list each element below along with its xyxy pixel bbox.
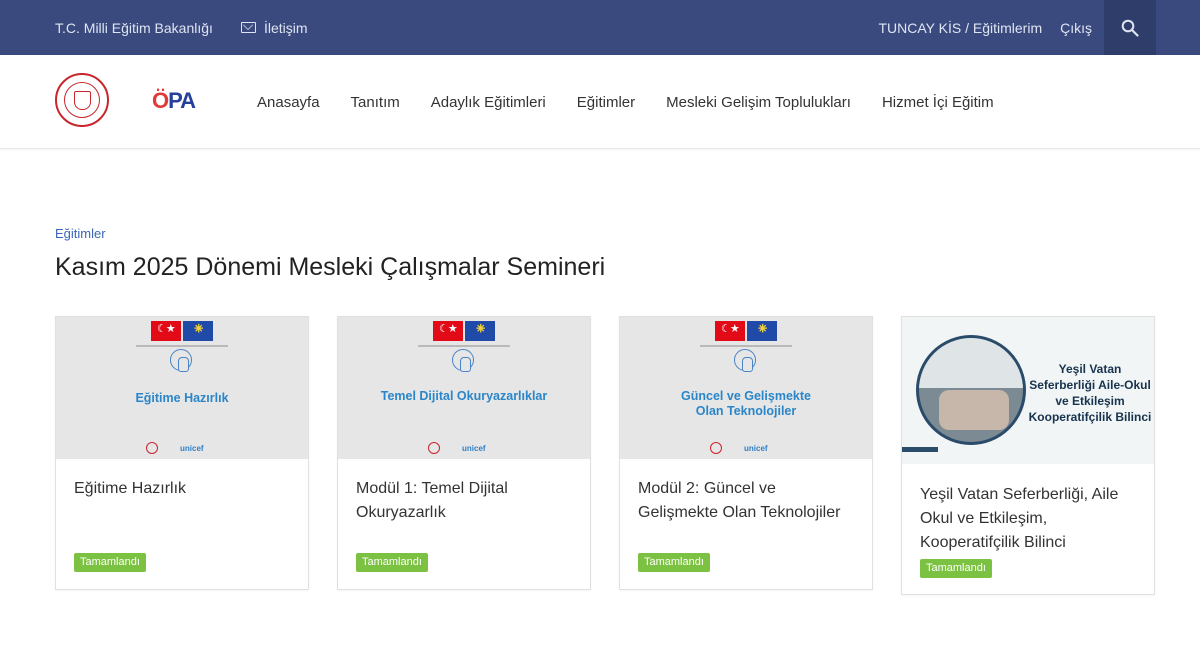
touch-hand-icon <box>734 349 756 372</box>
course-card[interactable]: Yeşil Vatan Seferberliği Aile-Okul ve Et… <box>901 316 1155 595</box>
search-icon <box>1121 19 1139 37</box>
unicef-logo: unicef <box>180 443 204 453</box>
turkey-flag-icon <box>715 321 745 341</box>
meb-seal-icon <box>428 442 440 454</box>
thumbnail-title: Yeşil Vatan Seferberliği Aile-Okul ve Et… <box>1028 362 1152 424</box>
status-badge: Tamamlandı <box>638 553 710 572</box>
page-title: Kasım 2025 Dönemi Mesleki Çalışmalar Sem… <box>55 253 606 281</box>
eu-flag-icon <box>465 319 495 341</box>
opa-logo[interactable]: ÖPA <box>152 88 196 114</box>
top-bar-right: TUNCAY KİS / Eğitimlerim Çıkış <box>878 0 1092 55</box>
classroom-photo <box>916 335 1026 445</box>
unicef-logo: unicef <box>462 443 486 453</box>
course-title: Yeşil Vatan Seferberliği, Aile Okul ve E… <box>920 486 1119 551</box>
meb-seal-icon <box>146 442 158 454</box>
user-trainings-link[interactable]: TUNCAY KİS / Eğitimlerim <box>878 20 1042 36</box>
contact-label: İletişim <box>263 19 308 36</box>
course-title: Modül 1: Temel Dijital Okuryazarlık <box>356 480 508 521</box>
thumbnail-footer: unicef <box>428 442 486 454</box>
top-bar: T.C. Milli Eğitim Bakanlığı İletişim TUN… <box>0 0 1200 55</box>
thumbnail-title: Güncel ve Gelişmekte Olan Teknolojiler <box>681 389 811 418</box>
meb-seal-icon <box>710 442 722 454</box>
contact-link[interactable]: İletişim <box>240 19 308 36</box>
status-badge: Tamamlandı <box>920 559 992 578</box>
divider <box>418 345 510 347</box>
divider <box>700 345 792 347</box>
thumbnail-footer: unicef <box>146 442 204 454</box>
ministry-link[interactable]: T.C. Milli Eğitim Bakanlığı <box>55 20 213 36</box>
touch-hand-icon <box>170 349 192 372</box>
course-card[interactable]: Güncel ve Gelişmekte Olan Teknolojiler u… <box>619 316 873 590</box>
unicef-logo: unicef <box>744 443 768 453</box>
meb-logo[interactable] <box>55 73 109 127</box>
turkey-flag-icon <box>151 321 181 341</box>
flags <box>433 319 495 341</box>
menu-item-hizmet-ici-egitim[interactable]: Hizmet İçi Eğitim <box>882 94 994 111</box>
flags <box>151 319 213 341</box>
main-menu: Anasayfa Tanıtım Adaylık Eğitimleri Eğit… <box>257 55 1025 149</box>
course-card[interactable]: Temel Dijital Okuryazarlıklar unicef Mod… <box>337 316 591 590</box>
menu-item-adaylik-egitimleri[interactable]: Adaylık Eğitimleri <box>431 94 546 111</box>
course-thumbnail: Temel Dijital Okuryazarlıklar unicef <box>338 317 590 459</box>
search-button[interactable] <box>1104 0 1156 55</box>
thumbnail-footer: unicef <box>710 442 768 454</box>
divider <box>136 345 228 347</box>
main-navbar: ÖPA Anasayfa Tanıtım Adaylık Eğitimleri … <box>0 55 1200 149</box>
logout-link[interactable]: Çıkış <box>1060 20 1092 36</box>
course-thumbnail: Güncel ve Gelişmekte Olan Teknolojiler u… <box>620 317 872 459</box>
course-title: Eğitime Hazırlık <box>74 480 187 497</box>
course-thumbnail: Yeşil Vatan Seferberliği Aile-Okul ve Et… <box>902 317 1154 464</box>
course-thumbnail: Eğitime Hazırlık unicef <box>56 317 308 459</box>
touch-hand-icon <box>452 349 474 372</box>
turkey-flag-icon <box>433 321 463 341</box>
mail-icon <box>240 22 256 33</box>
thumbnail-title: Eğitime Hazırlık <box>135 391 229 405</box>
menu-item-tanitim[interactable]: Tanıtım <box>351 94 400 111</box>
menu-item-egitimler[interactable]: Eğitimler <box>577 94 635 111</box>
breadcrumb[interactable]: Eğitimler <box>55 226 106 241</box>
status-badge: Tamamlandı <box>74 553 146 572</box>
top-bar-left: T.C. Milli Eğitim Bakanlığı İletişim <box>55 0 308 55</box>
thumbnail-title: Temel Dijital Okuryazarlıklar <box>380 389 548 403</box>
status-badge: Tamamlandı <box>356 553 428 572</box>
decorative-bar <box>902 447 938 452</box>
menu-item-anasayfa[interactable]: Anasayfa <box>257 94 320 111</box>
meb-logo-emblem <box>64 82 100 118</box>
flags <box>715 319 777 341</box>
course-card[interactable]: Eğitime Hazırlık unicef Eğitime Hazırlık… <box>55 316 309 590</box>
course-title: Modül 2: Güncel ve Gelişmekte Olan Tekno… <box>638 480 841 521</box>
eu-flag-icon <box>183 319 213 341</box>
menu-item-mesleki-gelisim[interactable]: Mesleki Gelişim Toplulukları <box>666 94 851 111</box>
eu-flag-icon <box>747 319 777 341</box>
